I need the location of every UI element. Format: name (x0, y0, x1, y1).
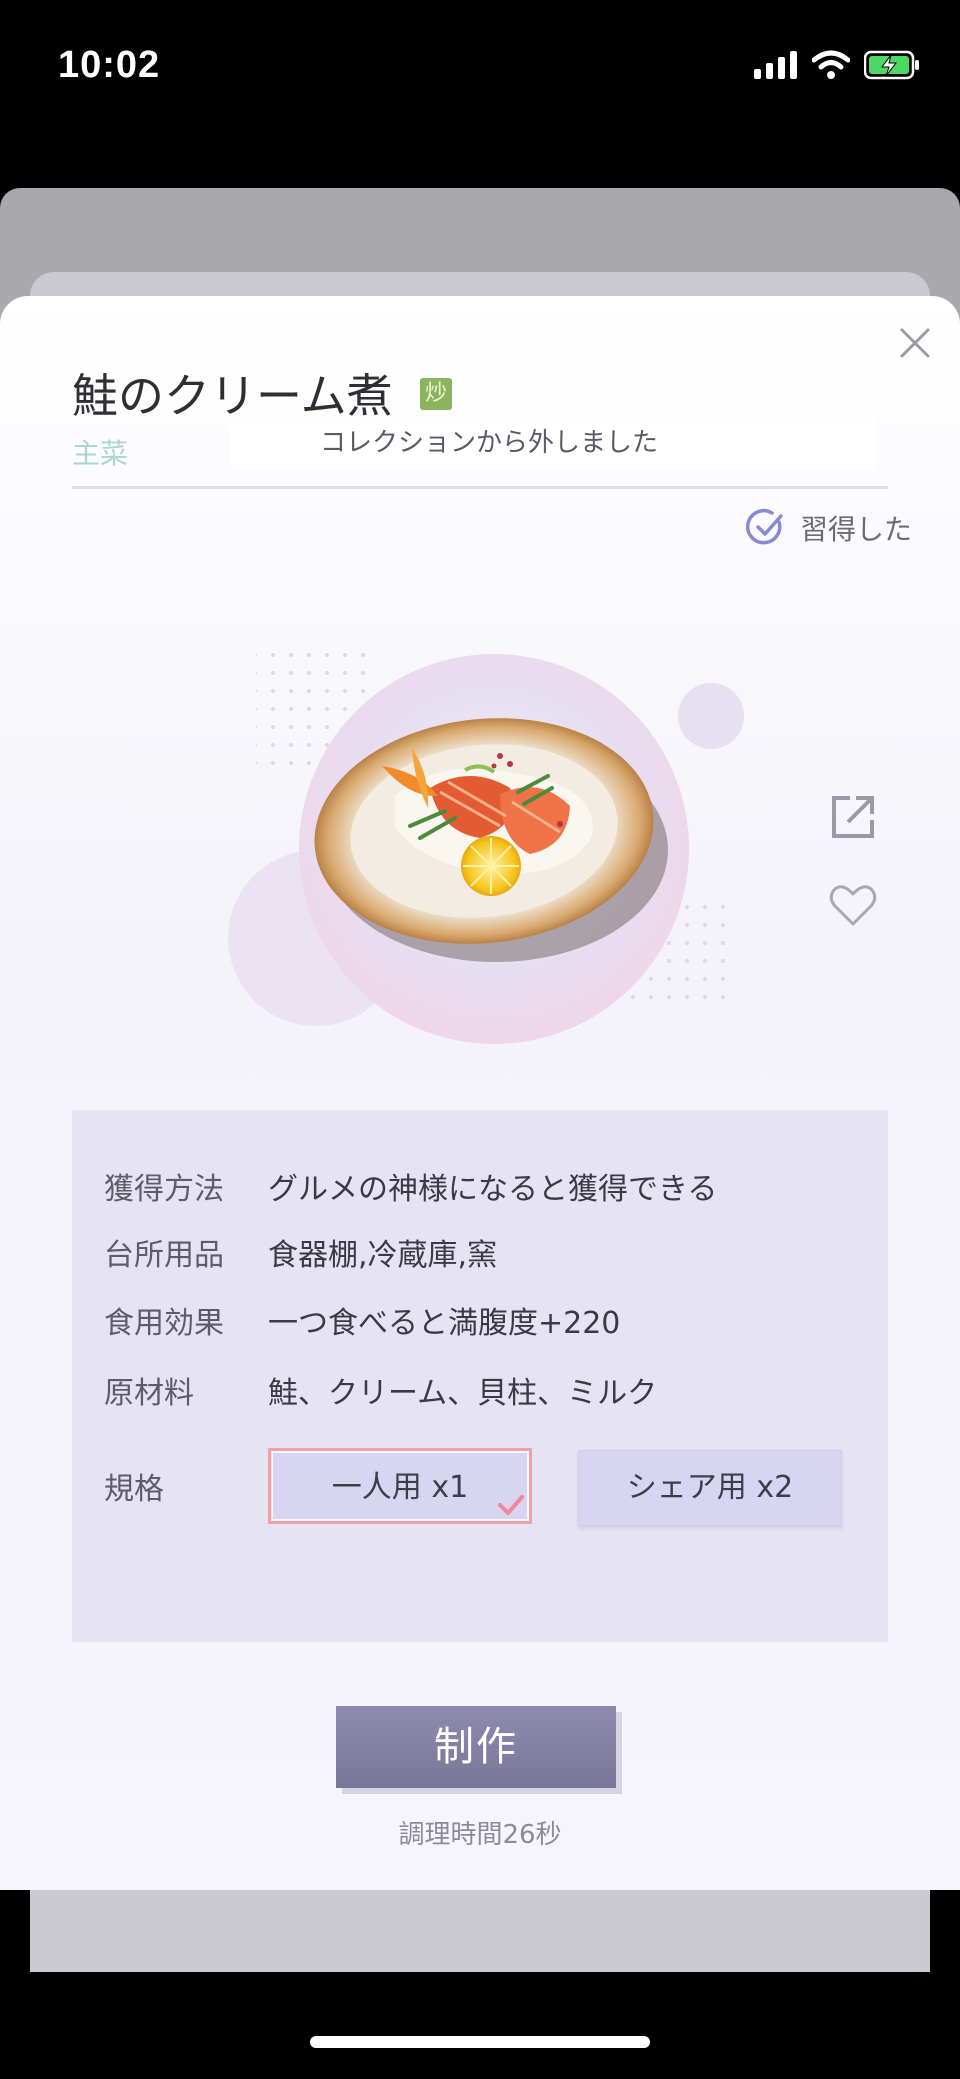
share-icon[interactable] (826, 790, 880, 844)
home-indicator[interactable] (310, 2036, 650, 2048)
cooking-method-tag: 炒 (420, 378, 452, 410)
status-time: 10:02 (58, 44, 161, 86)
recipe-info-panel: 獲得方法 グルメの神様になると獲得できる 台所用品 食器棚,冷蔵庫,窯 食用効果… (72, 1110, 888, 1642)
dish-category: 主菜 (72, 437, 129, 470)
dish-illustration (228, 646, 744, 1044)
wifi-icon (812, 50, 850, 79)
status-bar: 10:02 (0, 0, 960, 140)
spec-option-label: シェア用 x2 (626, 1470, 794, 1505)
info-label: 台所用品 (104, 1238, 224, 1273)
recipe-detail-modal: 鮭のクリーム煮 炒 主菜 コレクションから外しました 習得した 獲得方法 グルメ… (0, 296, 960, 1890)
signal-icon (754, 51, 797, 79)
close-icon[interactable] (896, 324, 934, 362)
info-value: 鮭、クリーム、貝柱、ミルク (268, 1376, 658, 1411)
spec-option-label: 一人用 x1 (331, 1470, 469, 1505)
status-icons (754, 50, 920, 80)
info-value: 一つ食べると満腹度+220 (268, 1306, 621, 1341)
heart-icon[interactable] (826, 878, 880, 932)
cook-time: 調理時間26秒 (398, 1820, 562, 1850)
dish-title: 鮭のクリーム煮 (72, 369, 393, 423)
make-button[interactable]: 制作 (336, 1706, 616, 1788)
info-label: 食用効果 (104, 1306, 224, 1341)
info-value: 食器棚,冷蔵庫,窯 (268, 1238, 498, 1273)
info-label: 原材料 (104, 1376, 194, 1411)
toast-message: コレクションから外しました (230, 418, 876, 468)
title-divider (72, 486, 888, 489)
battery-charging-icon (864, 50, 919, 80)
spec-label: 規格 (104, 1472, 164, 1507)
selected-check-icon (498, 1495, 524, 1515)
info-label: 獲得方法 (104, 1172, 224, 1207)
spec-option-single[interactable]: 一人用 x1 (268, 1448, 532, 1524)
spec-option-share[interactable]: シェア用 x2 (578, 1450, 842, 1526)
info-value: グルメの神様になると獲得できる (268, 1172, 718, 1207)
